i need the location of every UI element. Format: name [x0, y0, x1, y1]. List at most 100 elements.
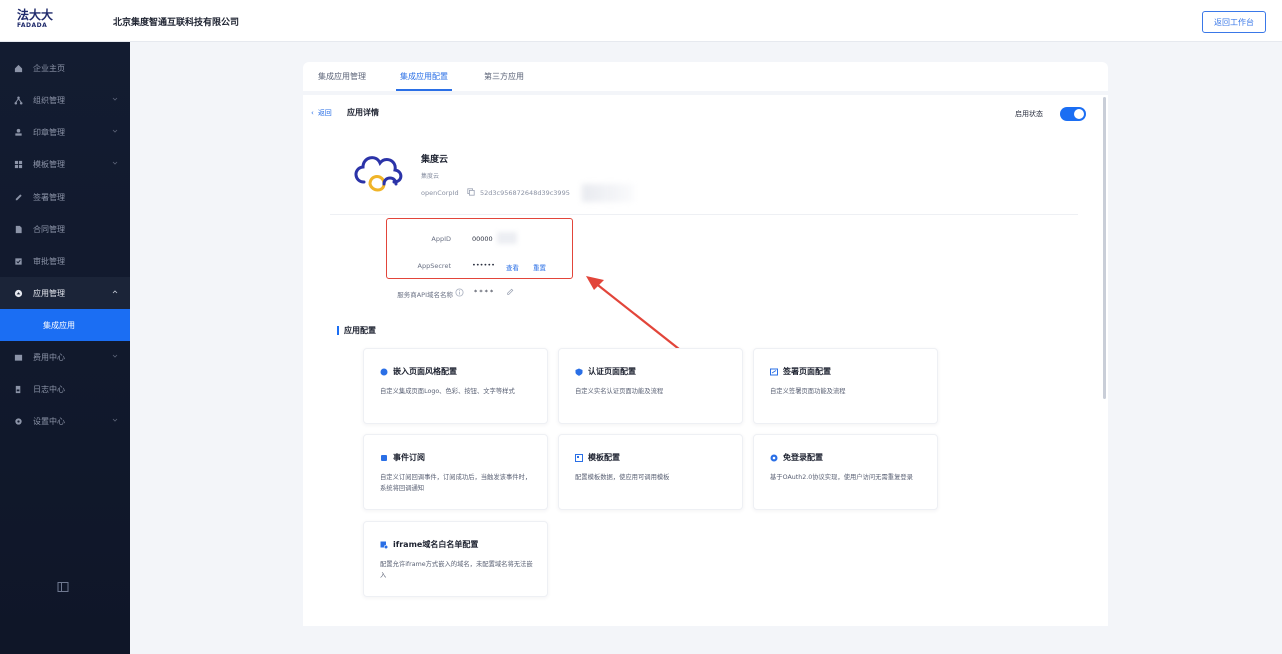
back-to-workbench-button[interactable]: 返回工作台 [1202, 11, 1266, 33]
gear-icon [13, 416, 23, 426]
approval-icon [13, 256, 23, 266]
sidebar-item[interactable]: 日志中心 [0, 373, 130, 405]
chevron-left-icon: ‹ [311, 109, 314, 117]
config-card-title: 免登录配置 [783, 453, 823, 462]
divider [330, 214, 1078, 215]
chevron-down-icon [112, 418, 118, 422]
status-toggle[interactable] [1060, 107, 1086, 121]
sidebar-item[interactable]: 签署管理 [0, 181, 130, 213]
page-title: 应用详情 [347, 108, 379, 117]
config-card-description: 自定义实名认证页面功能及流程 [575, 388, 664, 395]
config-card-header: 认证页面配置 [575, 366, 636, 377]
sidebar-item-label: 日志中心 [33, 384, 65, 394]
scrollbar[interactable] [1103, 97, 1106, 399]
config-card-title: 认证页面配置 [588, 367, 636, 376]
copy-icon[interactable] [467, 188, 475, 196]
tab-bar: 集成应用管理 集成应用配置 第三方应用 [303, 62, 1108, 91]
section-title: 应用配置 [337, 325, 376, 336]
sidebar-item[interactable]: 审批管理 [0, 245, 130, 277]
seal-icon [13, 127, 23, 137]
iframe-icon [380, 541, 388, 549]
sidebar-item-label: 企业主页 [33, 63, 65, 73]
config-card-header: 嵌入页面风格配置 [380, 366, 457, 377]
sidebar-item[interactable]: 印章管理 [0, 116, 130, 148]
status-label: 启用状态 [1015, 110, 1043, 118]
config-card-title: 嵌入页面风格配置 [393, 367, 457, 376]
sidebar: 企业主页组织管理印章管理模板管理签署管理合同管理审批管理应用管理集成应用费用中心… [0, 42, 130, 654]
sidebar-item[interactable]: 费用中心 [0, 341, 130, 373]
org-icon [13, 95, 23, 105]
company-name: 北京集度智通互联科技有限公司 [113, 18, 240, 28]
open-corp-id-value: 52d3c956872648d39c3995 [480, 189, 570, 197]
config-card-title: 事件订阅 [393, 453, 425, 462]
config-card-title: iframe域名白名单配置 [393, 540, 479, 549]
open-corp-id-label: openCorpId [421, 189, 459, 197]
config-card-description: 基于OAuth2.0协议实现，使用户访问无需重复登录 [770, 474, 913, 481]
sidebar-item-label: 签署管理 [33, 192, 65, 202]
highlight-box [386, 218, 573, 279]
app-type: 集度云 [421, 173, 440, 180]
config-card[interactable]: 认证页面配置自定义实名认证页面功能及流程 [558, 348, 743, 424]
sidebar-item[interactable]: 设置中心 [0, 405, 130, 437]
config-card-header: 免登录配置 [770, 452, 823, 463]
bell-icon [381, 454, 387, 461]
grid-icon [13, 159, 23, 169]
brand-logo[interactable]: 法大大 FADADA [0, 0, 130, 42]
sidebar-item[interactable]: 企业主页 [0, 52, 130, 84]
logo-title: 法大大 [17, 8, 54, 22]
config-card-header: 事件订阅 [380, 452, 425, 463]
sidebar-item-label: 审批管理 [33, 256, 65, 266]
sidebar-item-label: 设置中心 [33, 416, 65, 426]
chevron-down-icon [112, 354, 118, 358]
app-icon [13, 288, 23, 298]
config-card[interactable]: 事件订阅 自定义订阅回调事件，订阅成功后，当触发该事件时，系统将回调通知 [363, 434, 548, 510]
template-icon [575, 453, 583, 462]
sidebar-item-label: 合同管理 [33, 224, 65, 234]
sidebar-item-label: 费用中心 [33, 352, 65, 362]
chevron-down-icon [112, 129, 118, 133]
sidebar-item[interactable]: 合同管理 [0, 213, 130, 245]
config-card[interactable]: 签署页面配置 自定义签署页面功能及流程 [753, 348, 938, 424]
collapse-icon[interactable] [57, 581, 69, 593]
tab-third-party[interactable]: 第三方应用 [484, 62, 524, 91]
sidebar-item-label: 应用管理 [33, 288, 65, 298]
api-domain-value: * * * * [474, 288, 494, 296]
redacted-mask [582, 184, 634, 202]
tab-integration-manage[interactable]: 集成应用管理 [318, 62, 366, 91]
key-icon [770, 454, 778, 461]
chevron-down-icon [112, 97, 118, 101]
sidebar-item-label: 集成应用 [43, 320, 75, 330]
app-name: 集度云 [421, 155, 449, 165]
config-card[interactable]: 免登录配置基于OAuth2.0协议实现，使用户访问无需重复登录 [753, 434, 938, 510]
info-icon[interactable] [455, 288, 464, 297]
config-card-title: 模板配置 [588, 453, 620, 462]
edit-icon[interactable] [506, 288, 514, 296]
sidebar-item[interactable]: 集成应用 [0, 309, 130, 341]
wallet-icon [13, 352, 23, 362]
config-card-description: 配置模板数据，使应用可调用模板 [575, 474, 670, 481]
config-card[interactable]: iframe域名白名单配置配置允许iframe方式嵌入的域名，未配置域名将无法嵌… [363, 521, 548, 597]
api-domain-label: 服务商API域名名称 [397, 291, 453, 299]
pen-icon [13, 192, 23, 202]
sidebar-item[interactable]: 应用管理 [0, 277, 130, 309]
sidebar-item[interactable]: 模板管理 [0, 148, 130, 180]
config-card[interactable]: 嵌入页面风格配置自定义集成页面Logo、色彩、按钮、文字等样式 [363, 348, 548, 424]
sidebar-item[interactable]: 组织管理 [0, 84, 130, 116]
config-card-title: 签署页面配置 [783, 367, 831, 376]
document-icon [13, 224, 23, 234]
config-card-header: 模板配置 [575, 452, 620, 463]
back-link[interactable]: ‹ 返回 [311, 108, 332, 118]
config-card-description: 自定义集成页面Logo、色彩、按钮、文字等样式 [380, 388, 515, 395]
tab-integration-config[interactable]: 集成应用配置 [396, 62, 452, 91]
sidebar-item-label: 组织管理 [33, 95, 65, 105]
config-card[interactable]: 模板配置配置模板数据，使应用可调用模板 [558, 434, 743, 510]
config-card-description: 配置允许iframe方式嵌入的域名，未配置域名将无法嵌入 [380, 561, 533, 579]
chevron-up-icon [112, 290, 118, 294]
sidebar-item-label: 印章管理 [33, 127, 65, 137]
log-icon [13, 384, 23, 394]
sign-icon [770, 368, 778, 375]
config-card-header: iframe域名白名单配置 [380, 539, 478, 550]
shield-icon [575, 368, 583, 376]
sidebar-item-label: 模板管理 [33, 159, 65, 169]
back-link-label: 返回 [317, 109, 332, 117]
